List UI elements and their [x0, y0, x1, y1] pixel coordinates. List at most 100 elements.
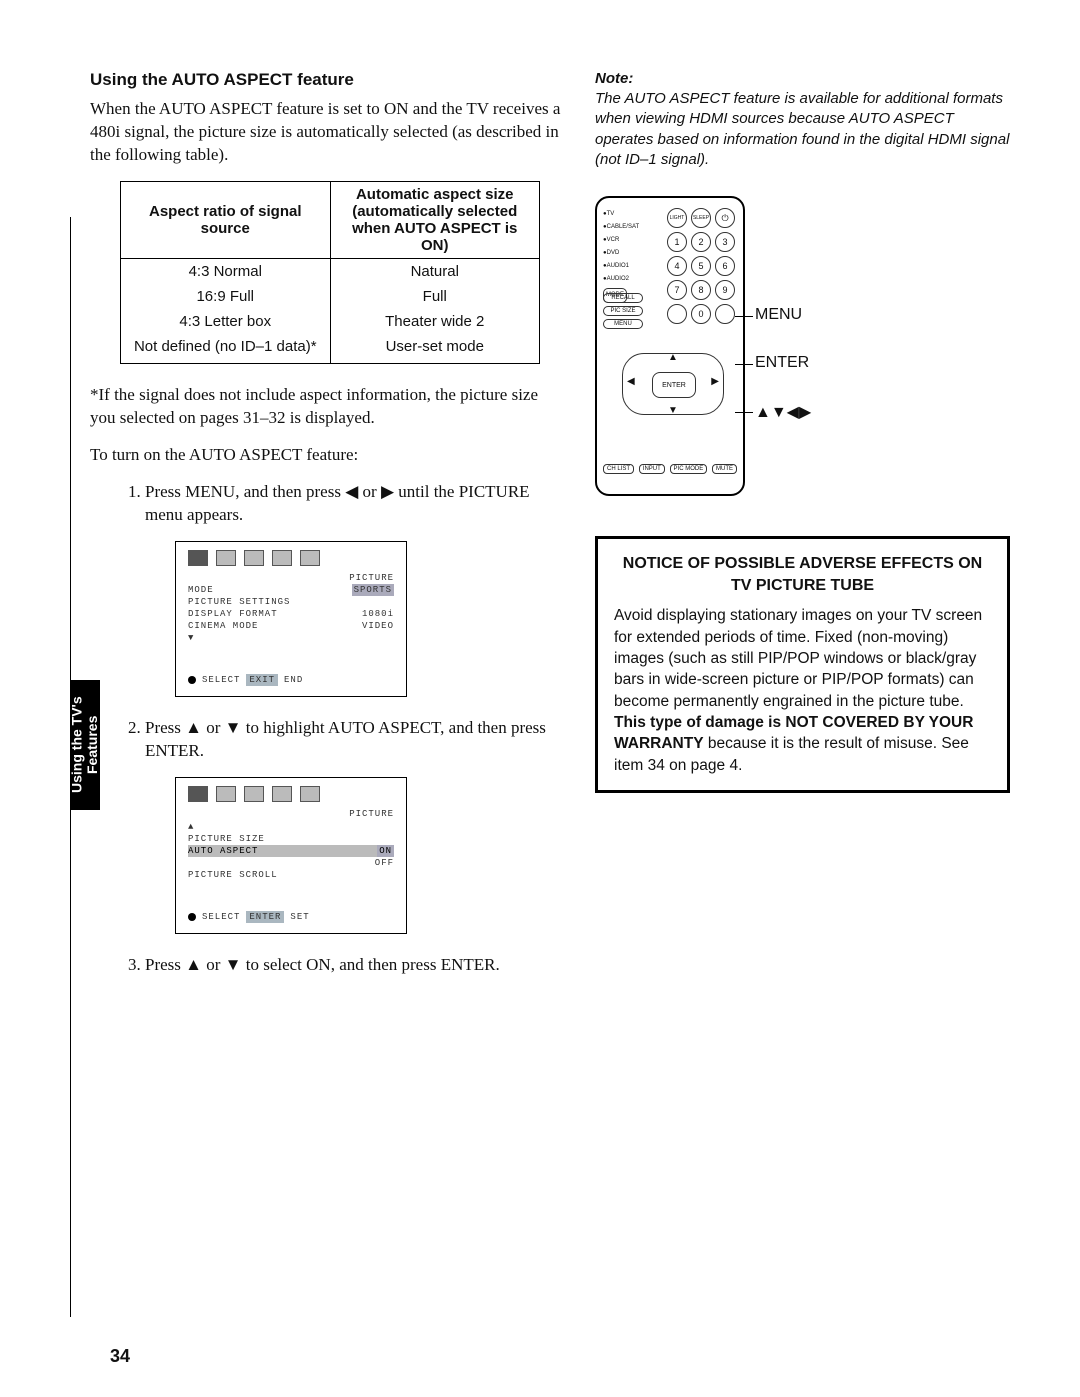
- page-number: 34: [110, 1346, 130, 1367]
- osd-r: ON: [377, 845, 394, 857]
- osd-tab-icon: [216, 550, 236, 566]
- cell: Not defined (no ID–1 data)*: [121, 334, 331, 364]
- osd-tab-icon: [244, 786, 264, 802]
- txt: to select ON, and then press ENTER.: [241, 955, 499, 974]
- numpad: LIGHT SLEEP ⏻ 1 2 3 4 5 6 7 8 9 0: [667, 208, 735, 324]
- lbl: ●CABLE/SAT: [603, 221, 639, 234]
- cell: 4:3 Normal: [121, 258, 331, 284]
- osd-foot-l: SELECT: [202, 911, 240, 923]
- osd-l: CINEMA MODE: [188, 620, 258, 632]
- osd-r: VIDEO: [362, 620, 394, 632]
- enter-button: ENTER: [652, 372, 696, 398]
- num-blank: [667, 304, 687, 324]
- remote-illustration: ●TV ●CABLE/SAT ●VCR ●DVD ●AUDIO1 ●AUDIO2…: [595, 196, 745, 496]
- osd-tab-icon: [272, 786, 292, 802]
- cell: Natural: [330, 258, 540, 284]
- osd-tabs: [176, 542, 406, 566]
- lbl: ●VCR: [603, 234, 639, 247]
- lbl: ●AUDIO1: [603, 260, 639, 273]
- num-8: 8: [691, 280, 711, 300]
- osd-r: 1080i: [362, 608, 394, 620]
- num-7: 7: [667, 280, 687, 300]
- intro-paragraph: When the AUTO ASPECT feature is set to O…: [90, 98, 565, 167]
- osd-tab-icon: [272, 550, 292, 566]
- nav-ring: ▲ ▼ ◀ ▶ ENTER: [622, 353, 724, 415]
- txt: or: [358, 482, 381, 501]
- notice-body-a: Avoid displaying stationary images on yo…: [614, 607, 982, 710]
- osd-r: SPORTS: [352, 584, 394, 596]
- th-right: Automatic aspect size (automatically sel…: [330, 181, 540, 258]
- menu-button: MENU: [603, 319, 643, 329]
- osd-title: PICTURE: [349, 572, 394, 584]
- osd-foot-r: END: [284, 674, 303, 686]
- num-ent: [715, 304, 735, 324]
- osd-foot-btn: EXIT: [246, 674, 278, 686]
- osd-foot-btn: ENTER: [246, 911, 284, 923]
- osd-tab-icon: [188, 786, 208, 802]
- txt: or: [202, 955, 225, 974]
- num-0: 0: [691, 304, 711, 324]
- num-2: 2: [691, 232, 711, 252]
- warranty-notice: NOTICE OF POSSIBLE ADVERSE EFFECTS ON TV…: [595, 536, 1010, 793]
- cell: 16:9 Full: [121, 284, 331, 309]
- remote-mode-list: ●TV ●CABLE/SAT ●VCR ●DVD ●AUDIO1 ●AUDIO2…: [603, 208, 639, 303]
- light-button: LIGHT: [667, 208, 687, 228]
- callout-menu: MENU: [755, 306, 811, 324]
- txt: Press: [145, 955, 185, 974]
- th-left: Aspect ratio of signal source: [121, 181, 331, 258]
- mute-button: MUTE: [712, 464, 737, 474]
- steps: Press MENU, and then press ◀ or ▶ until …: [90, 481, 565, 978]
- dot-icon: [188, 913, 196, 921]
- osd-title: PICTURE: [349, 808, 394, 820]
- up-arrow-icon: ▲: [185, 954, 202, 977]
- osd-l: PICTURE SIZE: [188, 833, 265, 845]
- osd-r: OFF: [375, 857, 394, 869]
- txt: or: [202, 718, 225, 737]
- osd-tab-icon: [244, 550, 264, 566]
- note-body: The AUTO ASPECT feature is available for…: [595, 89, 1010, 170]
- input-button: INPUT: [639, 464, 665, 474]
- picsize-button: PIC SIZE: [603, 306, 643, 316]
- step-3: Press ▲ or ▼ to select ON, and then pres…: [145, 954, 565, 977]
- dot-icon: [188, 676, 196, 684]
- nav-up-icon: ▲: [668, 352, 678, 363]
- osd-tab-icon: [216, 786, 236, 802]
- cell: User-set mode: [330, 334, 540, 364]
- lead-in: To turn on the AUTO ASPECT feature:: [90, 444, 565, 467]
- osd-tabs: [176, 778, 406, 802]
- osd-l: MODE: [188, 584, 214, 596]
- callout-enter: ENTER: [755, 354, 811, 372]
- osd-l: DISPLAY FORMAT: [188, 608, 278, 620]
- osd-tab-icon: [300, 550, 320, 566]
- txt: Press: [145, 718, 185, 737]
- picmode-button: PIC MODE: [670, 464, 708, 474]
- num-4: 4: [667, 256, 687, 276]
- osd-l: AUTO ASPECT: [188, 845, 258, 857]
- down-arrow-icon: ▼: [225, 717, 242, 740]
- cell: Theater wide 2: [330, 309, 540, 334]
- num-5: 5: [691, 256, 711, 276]
- num-6: 6: [715, 256, 735, 276]
- left-arrow-icon: ◀: [345, 481, 358, 504]
- right-arrow-icon: ▶: [381, 481, 394, 504]
- lbl: ●TV: [603, 208, 639, 221]
- nav-down-icon: ▼: [668, 405, 678, 416]
- osd-tab-icon: [300, 786, 320, 802]
- num-1: 1: [667, 232, 687, 252]
- cell: Full: [330, 284, 540, 309]
- note-heading: Note:: [595, 70, 1010, 87]
- osd-picture-1: PICTURE MODESPORTS PICTURE SETTINGS DISP…: [175, 541, 407, 698]
- step-2: Press ▲ or ▼ to highlight AUTO ASPECT, a…: [145, 717, 565, 934]
- footnote: *If the signal does not include aspect i…: [90, 384, 565, 430]
- nav-right-icon: ▶: [711, 376, 719, 387]
- recall-button: RECALL: [603, 293, 643, 303]
- lbl: ●AUDIO2: [603, 273, 639, 286]
- remote-callouts: MENU ENTER ▲▼◀▶: [755, 196, 811, 422]
- down-arrow-icon: ▼: [225, 954, 242, 977]
- num-9: 9: [715, 280, 735, 300]
- aspect-table: Aspect ratio of signal source Automatic …: [120, 181, 540, 364]
- cell: 4:3 Letter box: [121, 309, 331, 334]
- power-button: ⏻: [715, 208, 735, 228]
- section-title: Using the AUTO ASPECT feature: [90, 70, 565, 90]
- sleep-button: SLEEP: [691, 208, 711, 228]
